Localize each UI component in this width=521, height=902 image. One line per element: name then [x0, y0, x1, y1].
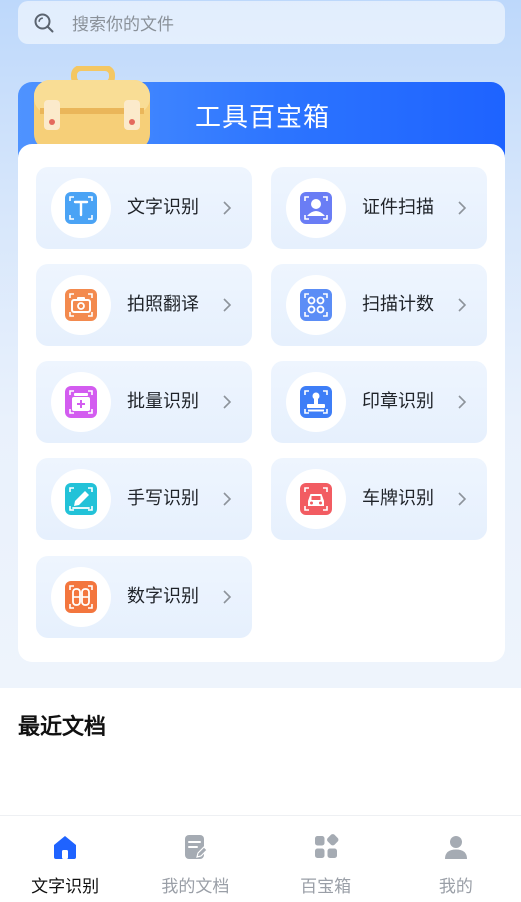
- tab-label: 我的文档: [161, 877, 230, 897]
- bottom-tab-bar: 文字识别 我的文档 百宝箱 我的: [0, 815, 521, 902]
- tool-label: 印章识别: [362, 391, 434, 412]
- toolbox-grid-icon: [314, 834, 339, 858]
- tool-label: 扫描计数: [362, 294, 434, 315]
- chevron-right-icon: [223, 590, 232, 604]
- license-plate-icon: [300, 483, 332, 515]
- home-icon: [54, 836, 77, 859]
- tool-seal-recognition[interactable]: 印章识别: [271, 361, 487, 443]
- id-scan-icon: [300, 192, 332, 224]
- digit-recognition-icon: [65, 581, 97, 613]
- batch-recognition-icon: [65, 386, 97, 418]
- tool-icon-badge: [51, 178, 111, 238]
- tool-label: 批量识别: [127, 391, 199, 412]
- tab-text-recognition[interactable]: 文字识别: [0, 816, 130, 902]
- tool-icon-badge: [286, 178, 346, 238]
- seal-recognition-icon: [300, 386, 332, 418]
- tab-label: 我的: [438, 877, 473, 897]
- chevron-right-icon: [223, 492, 232, 506]
- tool-handwriting-recognition[interactable]: 手写识别: [36, 458, 252, 540]
- tool-scan-count[interactable]: 扫描计数: [271, 264, 487, 346]
- recent-documents-title: 最近文档: [18, 715, 107, 740]
- handwriting-recognition-icon: [65, 483, 97, 515]
- tab-toolbox[interactable]: 百宝箱: [261, 816, 391, 902]
- banner-title: 工具百宝箱: [195, 103, 331, 133]
- chevron-right-icon: [223, 298, 232, 312]
- text-recognition-icon: [65, 192, 97, 224]
- user-icon: [444, 836, 467, 859]
- chevron-right-icon: [458, 395, 467, 409]
- tab-me[interactable]: 我的: [391, 816, 521, 902]
- tool-label: 手写识别: [127, 488, 199, 509]
- search-icon: [34, 13, 54, 32]
- tool-icon-badge: [286, 469, 346, 529]
- tool-icon-badge: [51, 567, 111, 627]
- tab-label: 百宝箱: [300, 877, 352, 897]
- tool-label: 拍照翻译: [127, 294, 199, 315]
- scan-count-icon: [300, 289, 332, 321]
- chevron-right-icon: [458, 298, 467, 312]
- tool-label: 数字识别: [127, 586, 199, 607]
- search-input[interactable]: 搜索你的文件: [72, 10, 174, 35]
- tool-photo-translate[interactable]: 拍照翻译: [36, 264, 252, 346]
- tool-license-plate[interactable]: 车牌识别: [271, 458, 487, 540]
- chevron-right-icon: [458, 492, 467, 506]
- tool-icon-badge: [286, 275, 346, 335]
- document-icon: [185, 835, 209, 859]
- chevron-right-icon: [223, 201, 232, 215]
- tool-icon-badge: [286, 372, 346, 432]
- tab-label: 文字识别: [31, 877, 100, 897]
- tool-label: 文字识别: [127, 197, 199, 218]
- tool-icon-badge: [51, 275, 111, 335]
- search-bar[interactable]: 搜索你的文件: [18, 1, 505, 44]
- tool-icon-badge: [51, 372, 111, 432]
- tab-my-documents[interactable]: 我的文档: [130, 816, 260, 902]
- tool-batch-recognition[interactable]: 批量识别: [36, 361, 252, 443]
- tool-id-scan[interactable]: 证件扫描: [271, 167, 487, 249]
- tool-digit-recognition[interactable]: 数字识别: [36, 556, 252, 638]
- recent-documents-section: [0, 688, 521, 818]
- tool-label: 车牌识别: [362, 488, 434, 509]
- photo-translate-icon: [65, 289, 97, 321]
- tool-icon-badge: [51, 469, 111, 529]
- toolbox-illustration: [34, 66, 150, 150]
- tool-text-recognition[interactable]: 文字识别: [36, 167, 252, 249]
- chevron-right-icon: [458, 201, 467, 215]
- chevron-right-icon: [223, 395, 232, 409]
- tool-label: 证件扫描: [362, 197, 434, 218]
